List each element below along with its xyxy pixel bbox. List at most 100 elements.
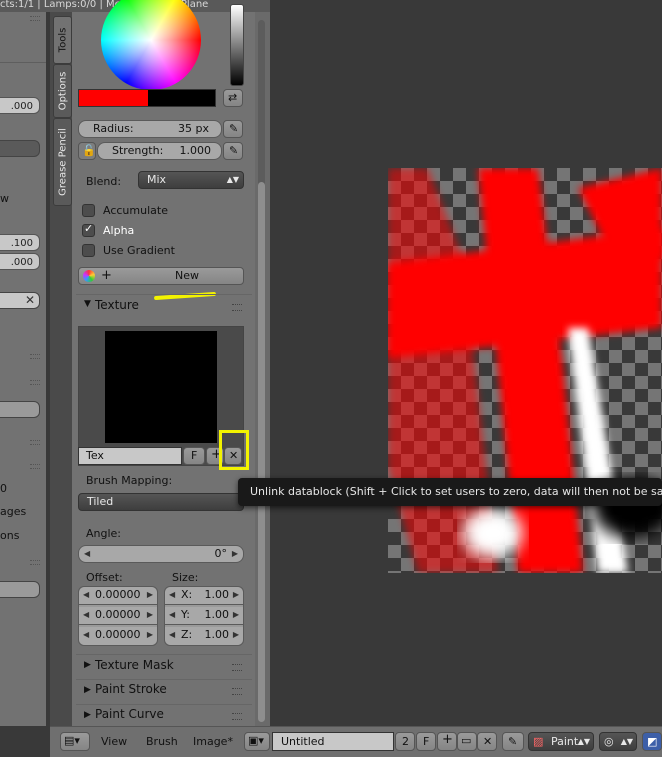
brush-mapping-dropdown[interactable]: Tiled [78,493,244,511]
texture-browse-icon[interactable] [83,270,95,282]
texture-preview-image [105,331,217,443]
swap-colors-button[interactable]: ⇄ [223,89,243,107]
arrow-left-icon[interactable]: ◀ [83,607,89,623]
open-image-button[interactable]: ▭ [457,732,477,751]
image-fake-user-button[interactable]: F [416,732,436,751]
angle-field[interactable]: ◀ 0° ▶ [78,545,244,563]
expand-triangle-icon[interactable]: ▶ [84,710,91,720]
toggle-button[interactable]: ◩ [642,732,662,751]
editor-type-button[interactable]: ▤▾ [60,732,90,751]
divider [0,62,46,63]
arrow-right-icon[interactable]: ▶ [233,607,239,623]
expand-triangle-icon[interactable]: ▶ [84,685,91,695]
image-browse-button[interactable]: ▣▾ [244,732,270,751]
left-label-w: w [0,192,9,205]
arrow-right-icon[interactable]: ▶ [232,546,238,562]
tooltip-text: Unlink datablock (Shift + Click to set u… [250,485,662,498]
tab-grease-pencil[interactable]: Grease Pencil [53,118,72,206]
arrow-right-icon[interactable]: ▶ [147,607,153,623]
collapse-triangle-icon[interactable]: ▼ [84,299,91,309]
pin-button[interactable]: ✎ [502,732,524,751]
painted-image-canvas[interactable] [388,168,662,573]
panel-grip[interactable] [232,713,242,720]
left-button-2[interactable] [0,581,40,598]
use-gradient-checkbox[interactable] [82,244,95,257]
panel-grip[interactable] [232,664,242,671]
arrow-left-icon[interactable]: ◀ [169,627,175,643]
strength-field[interactable]: Strength: 1.000 [97,142,222,160]
arrow-left-icon[interactable]: ◀ [84,546,90,562]
texture-name-field[interactable]: Tex [78,447,182,465]
arrow-left-icon[interactable]: ◀ [83,587,89,603]
divider [76,294,252,295]
scrollbar-thumb[interactable] [258,182,265,722]
lock-icon: 🔓 [82,144,96,157]
pivot-dropdown[interactable]: ◎ ▲▼ [599,732,637,751]
unlink-image-button[interactable]: ✕ [477,732,497,751]
tab-options[interactable]: Options [53,64,72,118]
swap-icon: ⇄ [228,91,238,104]
left-search-field[interactable]: ✕ [0,292,40,309]
panel-grip[interactable] [232,304,242,311]
arrow-right-icon[interactable]: ▶ [147,627,153,643]
strength-pressure-button[interactable]: ✎ [223,142,243,160]
size-y-field[interactable]: ◀ Y: 1.00 ▶ [165,607,243,625]
left-button[interactable] [0,401,40,418]
texture-mask-section[interactable]: Texture Mask [95,658,174,672]
arrow-left-icon[interactable]: ◀ [169,587,175,603]
offset-z-field[interactable]: ◀ 0.00000 ▶ [79,627,157,645]
color-wheel[interactable] [101,0,201,101]
panel-grip [30,354,40,359]
divider [76,654,252,655]
texture-section-title[interactable]: Texture [95,298,139,312]
angle-label: Angle: [86,527,122,540]
paint-strokes [388,168,662,573]
image-name-field[interactable]: Untitled [272,732,394,751]
arrow-right-icon[interactable]: ▶ [147,587,153,603]
arrow-left-icon[interactable]: ◀ [83,627,89,643]
image-users-count[interactable]: 2 [395,732,415,751]
primary-color-swatch[interactable] [79,90,148,106]
use-gradient-label: Use Gradient [103,244,175,257]
menu-image[interactable]: Image* [193,735,233,748]
offset-x-field[interactable]: ◀ 0.00000 ▶ [79,587,157,605]
secondary-color-swatch[interactable] [148,90,215,106]
size-z-field[interactable]: ◀ Z: 1.00 ▶ [165,627,243,645]
arrow-right-icon[interactable]: ▶ [233,627,239,643]
strength-value: 1.000 [179,144,212,157]
mask-icon: ◩ [647,735,658,748]
panel-grip[interactable] [232,688,242,695]
blend-dropdown[interactable]: Mix ▲▼ [138,171,244,189]
alpha-checkbox[interactable]: ✓ [82,222,95,237]
paint-curve-section[interactable]: Paint Curve [95,707,164,721]
accumulate-checkbox[interactable] [82,204,95,217]
offset-y-field[interactable]: ◀ 0.00000 ▶ [79,607,157,625]
radius-pressure-button[interactable]: ✎ [223,120,243,138]
menu-view[interactable]: View [101,735,127,748]
arrow-left-icon[interactable]: ◀ [169,607,175,623]
arrow-right-icon[interactable]: ▶ [233,587,239,603]
left-dark-field[interactable] [0,140,40,157]
alpha-label: Alpha [103,224,135,237]
new-image-button[interactable]: + [437,732,457,751]
fake-user-button[interactable]: F [183,447,205,465]
expand-triangle-icon[interactable]: ▶ [84,660,91,670]
pin-icon: ✎ [508,735,518,748]
radius-field[interactable]: Radius: 35 px [78,120,222,138]
value-slider[interactable] [230,4,244,86]
divider [76,704,252,705]
radius-value: 35 px [178,122,209,135]
new-texture-button[interactable]: + New [78,267,244,285]
panel-grip [30,16,40,21]
divider [76,679,252,680]
strength-lock-button[interactable]: 🔓 [78,142,96,160]
left-field-3[interactable]: .000 [0,253,40,270]
close-icon[interactable]: ✕ [25,293,35,308]
mode-dropdown[interactable]: ▨ Paint ▲▼ [528,732,594,751]
paint-stroke-section[interactable]: Paint Stroke [95,682,167,696]
left-field-2[interactable]: .100 [0,234,40,251]
left-field-1[interactable]: .000 [0,97,40,114]
size-x-field[interactable]: ◀ X: 1.00 ▶ [165,587,243,605]
tab-tools[interactable]: Tools [53,16,72,64]
menu-brush[interactable]: Brush [146,735,178,748]
